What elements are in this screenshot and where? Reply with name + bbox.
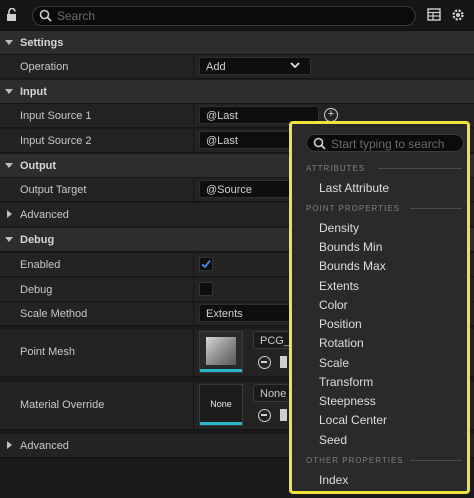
section-title: Input xyxy=(20,86,47,98)
property-row-operation: Operation Add xyxy=(0,55,474,79)
property-label: Advanced xyxy=(20,440,69,452)
expand-arrow-icon xyxy=(7,210,12,218)
chevron-down-icon xyxy=(290,62,300,69)
asset-type-bar xyxy=(200,369,242,372)
menu-item-color[interactable]: Color xyxy=(319,298,348,312)
collapse-arrow-icon xyxy=(5,89,13,94)
category-point-properties: POINT PROPERTIES xyxy=(306,204,400,213)
property-label: Operation xyxy=(20,61,69,73)
property-label: Debug xyxy=(20,284,53,296)
attribute-selector-popup: Start typing to search ATTRIBUTES Last A… xyxy=(289,121,470,494)
collapse-arrow-icon xyxy=(5,40,13,45)
gear-icon[interactable] xyxy=(450,7,466,23)
menu-item-seed[interactable]: Seed xyxy=(319,433,347,447)
asset-name: None xyxy=(260,388,287,400)
menu-item-extents[interactable]: Extents xyxy=(319,279,359,293)
search-placeholder: Search xyxy=(57,9,96,23)
menu-item-bounds-min[interactable]: Bounds Min xyxy=(319,240,382,254)
field-value: @Last xyxy=(206,110,238,122)
use-selected-icon[interactable] xyxy=(258,356,271,369)
enabled-checkbox[interactable] xyxy=(199,257,213,271)
section-title: Debug xyxy=(20,234,55,246)
dropdown-value: Extents xyxy=(206,308,243,320)
collapse-arrow-icon xyxy=(5,237,13,242)
dropdown-value: Add xyxy=(206,61,226,73)
property-label: Scale Method xyxy=(20,308,88,320)
browse-icon[interactable] xyxy=(280,409,287,421)
field-value: @Source xyxy=(206,184,253,196)
debug-checkbox[interactable] xyxy=(199,282,213,296)
menu-item-steepness[interactable]: Steepness xyxy=(319,394,376,408)
collapse-arrow-icon xyxy=(5,163,13,168)
property-label: Point Mesh xyxy=(20,346,76,358)
browse-icon[interactable] xyxy=(280,356,287,368)
menu-item-last-attribute[interactable]: Last Attribute xyxy=(319,181,389,195)
menu-item-rotation[interactable]: Rotation xyxy=(319,336,364,350)
expand-arrow-icon xyxy=(7,441,12,449)
search-placeholder: Start typing to search xyxy=(331,137,445,151)
property-label: Input Source 2 xyxy=(20,135,92,147)
mesh-preview-image xyxy=(206,337,236,365)
section-title: Settings xyxy=(20,37,64,49)
menu-item-index[interactable]: Index xyxy=(319,473,348,487)
scale-method-dropdown[interactable]: Extents xyxy=(199,304,299,322)
popup-search-input[interactable]: Start typing to search xyxy=(306,134,464,152)
table-view-icon[interactable] xyxy=(427,8,441,21)
category-divider xyxy=(410,208,462,209)
checkmark-icon xyxy=(201,259,211,269)
category-attributes: ATTRIBUTES xyxy=(306,164,366,173)
details-toolbar: Search xyxy=(0,0,474,31)
property-label: Enabled xyxy=(20,259,61,271)
search-icon xyxy=(313,137,326,150)
property-label: Input Source 1 xyxy=(20,110,92,122)
search-icon xyxy=(39,9,52,22)
menu-item-density[interactable]: Density xyxy=(319,221,359,235)
menu-item-bounds-max[interactable]: Bounds Max xyxy=(319,259,386,273)
menu-item-scale[interactable]: Scale xyxy=(319,356,349,370)
use-selected-icon[interactable] xyxy=(258,409,271,422)
add-source-icon[interactable]: + xyxy=(324,108,338,122)
section-settings[interactable]: Settings xyxy=(0,31,474,55)
thumbnail-label: None xyxy=(210,399,232,409)
asset-type-bar xyxy=(200,422,242,425)
search-input[interactable]: Search xyxy=(32,6,416,26)
property-label: Advanced xyxy=(20,209,69,221)
menu-item-transform[interactable]: Transform xyxy=(319,375,373,389)
section-title: Output xyxy=(20,160,57,172)
menu-item-local-center[interactable]: Local Center xyxy=(319,413,387,427)
property-label: Output Target xyxy=(20,184,87,196)
point-mesh-thumbnail[interactable] xyxy=(199,331,243,373)
operation-dropdown[interactable]: Add xyxy=(199,57,311,75)
material-thumbnail[interactable]: None xyxy=(199,384,243,426)
category-divider xyxy=(410,460,462,461)
property-label: Material Override xyxy=(20,399,105,411)
lock-icon[interactable] xyxy=(6,8,20,22)
menu-item-position[interactable]: Position xyxy=(319,317,362,331)
field-value: @Last xyxy=(206,135,238,147)
section-input[interactable]: Input xyxy=(0,80,474,104)
category-divider xyxy=(378,168,462,169)
category-other-properties: OTHER PROPERTIES xyxy=(306,456,404,465)
